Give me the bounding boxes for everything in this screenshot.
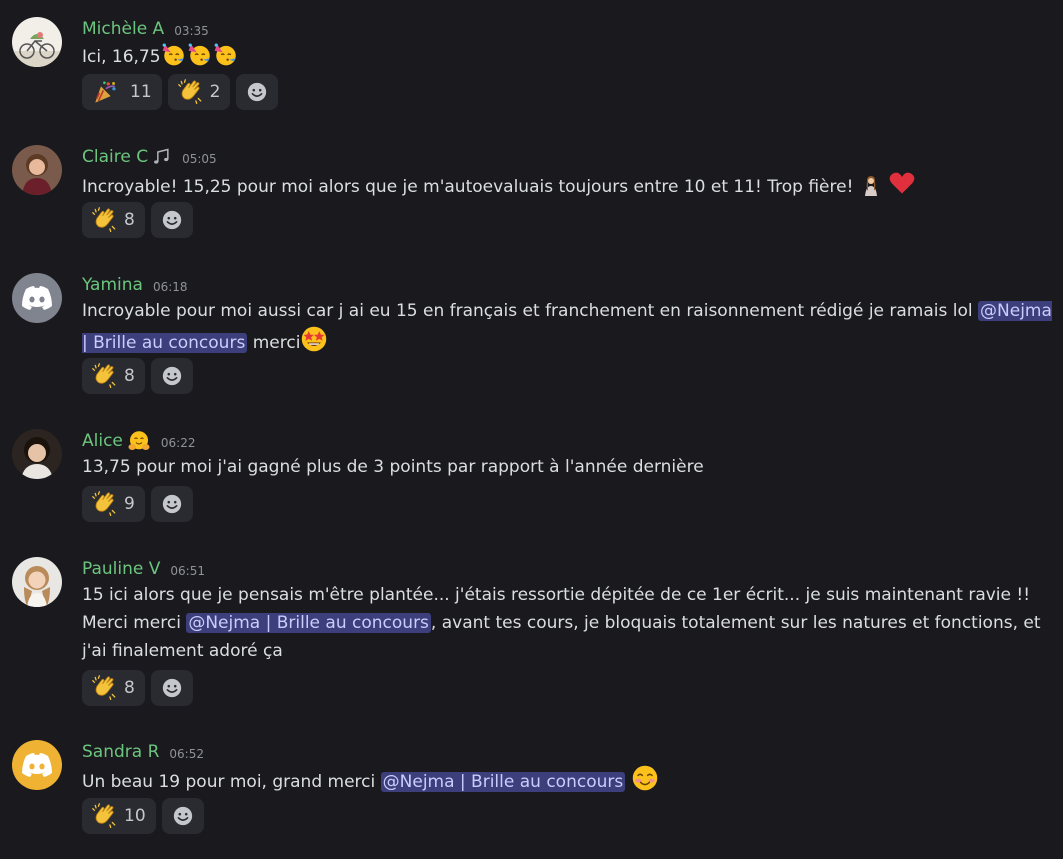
message-body: Incroyable! 15,25 pour moi alors que je … (82, 169, 1052, 201)
smile-icon (161, 493, 183, 515)
timestamp: 06:22 (160, 435, 196, 450)
discord-logo-icon (12, 740, 62, 790)
user-mention[interactable]: @Nejma | Brille au concours (186, 613, 431, 633)
reaction-count: 8 (124, 678, 135, 698)
add-reaction-button[interactable] (150, 358, 193, 394)
reaction-clap[interactable]: 2 (167, 74, 231, 110)
reaction-count: 11 (130, 82, 152, 102)
add-reaction-button[interactable] (236, 74, 279, 110)
reaction-count: 8 (124, 366, 135, 386)
message-header: Yamina 06:18 (82, 273, 188, 297)
message-text: Ici, 16,75 (82, 47, 161, 67)
timestamp: 06:51 (170, 563, 205, 578)
avatar[interactable] (12, 273, 62, 323)
author-name[interactable]: Sandra R (82, 742, 159, 762)
timestamp: 06:18 (152, 279, 188, 294)
clapping-hands-icon (92, 207, 118, 233)
add-reaction-button[interactable] (150, 670, 193, 706)
reaction-bar: 11 2 (82, 74, 279, 110)
add-reaction-button[interactable] (150, 202, 193, 238)
avatar[interactable] (12, 740, 62, 790)
message-header: Michèle A 03:35 (82, 17, 209, 41)
message-text: 13,75 pour moi j'ai gagné plus de 3 poin… (82, 457, 704, 477)
clapping-hands-icon (92, 491, 118, 517)
message-body: Un beau 19 pour moi, grand merci @Nejma … (82, 764, 1052, 796)
blushing-face-icon (631, 764, 659, 792)
party-face-icon (213, 41, 239, 67)
reaction-count: 10 (124, 806, 146, 826)
message-header: Pauline V 06:51 (82, 557, 205, 581)
music-notes-icon (152, 147, 172, 167)
reaction-bar: 10 (82, 798, 204, 834)
reaction-clap[interactable]: 9 (82, 486, 145, 522)
reaction-count: 9 (124, 494, 135, 514)
chat-message-list: Michèle A 03:35 Ici, 16,75 11 2 Claire C… (0, 0, 1063, 859)
message-header: Sandra R 06:52 (82, 740, 204, 764)
woman-icon (859, 173, 883, 197)
message-header: Claire C 05:05 (82, 145, 217, 169)
reaction-bar: 8 (82, 670, 193, 706)
message-body: 13,75 pour moi j'ai gagné plus de 3 poin… (82, 453, 1052, 481)
message-text: Un beau 19 pour moi, grand merci (82, 772, 376, 792)
reaction-clap[interactable]: 10 (82, 798, 156, 834)
author-name[interactable]: Michèle A (82, 19, 164, 39)
timestamp: 06:52 (169, 746, 204, 761)
add-reaction-button[interactable] (161, 798, 204, 834)
avatar[interactable] (12, 17, 62, 67)
message-text: Incroyable! 15,25 pour moi alors que je … (82, 177, 854, 197)
reaction-bar: 8 (82, 202, 193, 238)
reaction-bar: 9 (82, 486, 193, 522)
author-name[interactable]: Claire C (82, 147, 148, 167)
red-heart-icon (888, 169, 916, 197)
author-name[interactable]: Alice (82, 431, 123, 451)
author-name[interactable]: Pauline V (82, 559, 160, 579)
avatar[interactable] (12, 429, 62, 479)
party-face-icon (187, 41, 213, 67)
reaction-count: 2 (209, 82, 221, 102)
party-popper-icon (92, 79, 118, 105)
discord-logo-icon (12, 273, 62, 323)
message-text: merci (252, 333, 301, 353)
avatar[interactable] (12, 145, 62, 195)
smile-icon (161, 209, 183, 231)
timestamp: 03:35 (174, 23, 209, 38)
smile-icon (246, 81, 268, 103)
timestamp: 05:05 (182, 151, 217, 166)
reaction-party-popper[interactable]: 11 (82, 74, 162, 110)
message-body: Incroyable pour moi aussi car j ai eu 15… (82, 297, 1052, 357)
clapping-hands-icon (92, 803, 118, 829)
user-mention[interactable]: @Nejma | Brille au concours (380, 772, 626, 792)
message-body: Ici, 16,75 (82, 41, 1052, 71)
reaction-clap[interactable]: 8 (82, 358, 145, 394)
author-name[interactable]: Yamina (82, 275, 143, 295)
message-body: 15 ici alors que je pensais m'être plant… (82, 581, 1052, 665)
clapping-hands-icon (178, 79, 204, 105)
reaction-count: 8 (124, 210, 135, 230)
smile-icon (172, 805, 194, 827)
reaction-clap[interactable]: 8 (82, 670, 145, 706)
add-reaction-button[interactable] (150, 486, 193, 522)
clapping-hands-icon (92, 675, 118, 701)
message-text: Incroyable pour moi aussi car j ai eu 15… (82, 301, 973, 321)
smile-icon (161, 365, 183, 387)
message-header: Alice 06:22 (82, 429, 195, 453)
star-struck-icon (300, 325, 328, 353)
smile-icon (161, 677, 183, 699)
clapping-hands-icon (92, 363, 118, 389)
hugging-face-icon (127, 429, 151, 453)
reaction-clap[interactable]: 8 (82, 202, 145, 238)
party-face-icon (161, 41, 187, 67)
avatar[interactable] (12, 557, 62, 607)
reaction-bar: 8 (82, 358, 193, 394)
